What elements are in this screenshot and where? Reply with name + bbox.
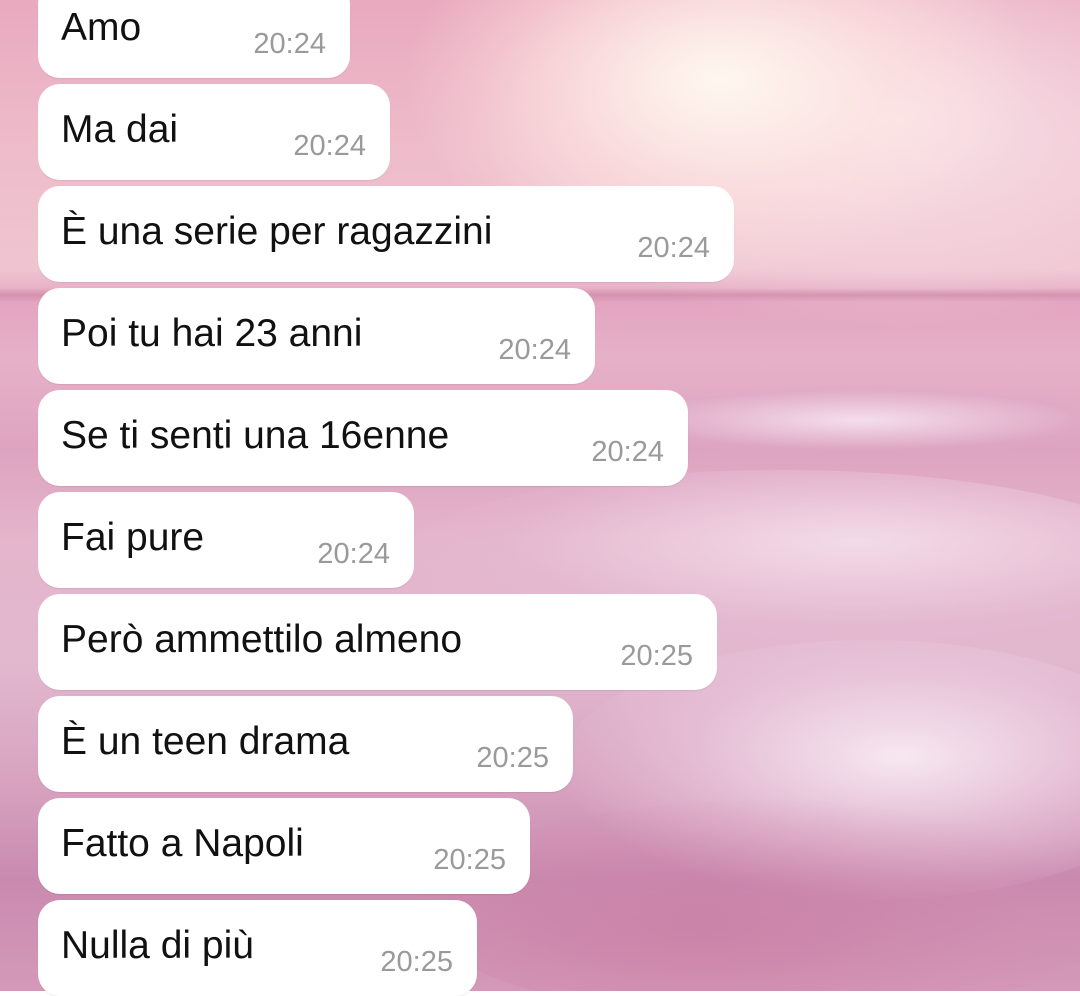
message-bubble[interactable]: Amo 20:24 <box>38 0 350 78</box>
message-timestamp: 20:25 <box>433 844 506 876</box>
message-text: È una serie per ragazzini <box>61 210 493 253</box>
message-text: Amo <box>61 6 142 49</box>
message-text: Poi tu hai 23 anni <box>61 312 363 355</box>
message-bubble[interactable]: È una serie per ragazzini 20:24 <box>38 186 734 282</box>
message-bubble[interactable]: È un teen drama 20:25 <box>38 696 573 792</box>
message-timestamp: 20:24 <box>637 232 710 264</box>
message-bubble[interactable]: Nulla di più 20:25 <box>38 900 477 996</box>
message-bubble[interactable]: Fatto a Napoli 20:25 <box>38 798 530 894</box>
message-timestamp: 20:25 <box>380 946 453 978</box>
message-text: Fatto a Napoli <box>61 822 304 865</box>
message-text: È un teen drama <box>61 720 350 763</box>
message-timestamp: 20:24 <box>293 130 366 162</box>
message-timestamp: 20:25 <box>620 640 693 672</box>
message-text: Fai pure <box>61 516 205 559</box>
message-text: Ma dai <box>61 108 179 151</box>
message-list[interactable]: Amo 20:24 Ma dai 20:24 È una serie per r… <box>0 0 1080 996</box>
message-text: Se ti senti una 16enne <box>61 414 450 457</box>
message-timestamp: 20:24 <box>591 436 664 468</box>
message-bubble[interactable]: Poi tu hai 23 anni 20:24 <box>38 288 595 384</box>
message-bubble[interactable]: Fai pure 20:24 <box>38 492 414 588</box>
message-timestamp: 20:24 <box>498 334 571 366</box>
message-bubble[interactable]: Ma dai 20:24 <box>38 84 390 180</box>
message-text: Però ammettilo almeno <box>61 618 463 661</box>
message-text: Nulla di più <box>61 924 254 967</box>
message-timestamp: 20:24 <box>253 28 326 60</box>
message-timestamp: 20:24 <box>317 538 390 570</box>
message-bubble[interactable]: Se ti senti una 16enne 20:24 <box>38 390 688 486</box>
message-bubble[interactable]: Però ammettilo almeno 20:25 <box>38 594 717 690</box>
message-timestamp: 20:25 <box>476 742 549 774</box>
